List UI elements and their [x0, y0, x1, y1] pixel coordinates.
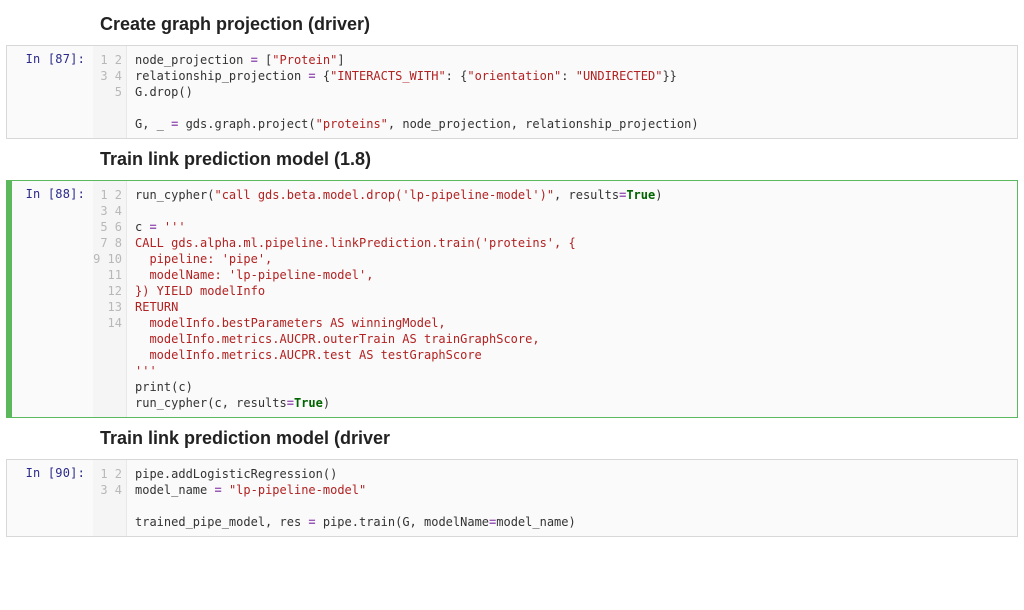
code-cell-87[interactable]: In [87]: 1 2 3 4 5 node_projection = ["P…	[6, 45, 1018, 139]
line-number-gutter: 1 2 3 4 5	[93, 46, 127, 138]
code-cell-90[interactable]: In [90]: 1 2 3 4 pipe.addLogisticRegress…	[6, 459, 1018, 537]
heading-train-18: Train link prediction model (1.8)	[100, 149, 1024, 170]
line-number-gutter: 1 2 3 4	[93, 460, 127, 536]
code-cell-88[interactable]: In [88]: 1 2 3 4 5 6 7 8 9 10 11 12 13 1…	[6, 180, 1018, 418]
input-prompt: In [87]:	[7, 46, 93, 138]
input-prompt: In [90]:	[7, 460, 93, 536]
code-editor-area[interactable]: node_projection = ["Protein"] relationsh…	[127, 46, 1017, 138]
input-prompt: In [88]:	[7, 181, 93, 417]
heading-create-projection: Create graph projection (driver)	[100, 14, 1024, 35]
line-number-gutter: 1 2 3 4 5 6 7 8 9 10 11 12 13 14	[93, 181, 127, 417]
code-editor-area[interactable]: run_cypher("call gds.beta.model.drop('lp…	[127, 181, 1017, 417]
code-editor-area[interactable]: pipe.addLogisticRegression() model_name …	[127, 460, 1017, 536]
heading-train-driver: Train link prediction model (driver	[100, 428, 1024, 449]
